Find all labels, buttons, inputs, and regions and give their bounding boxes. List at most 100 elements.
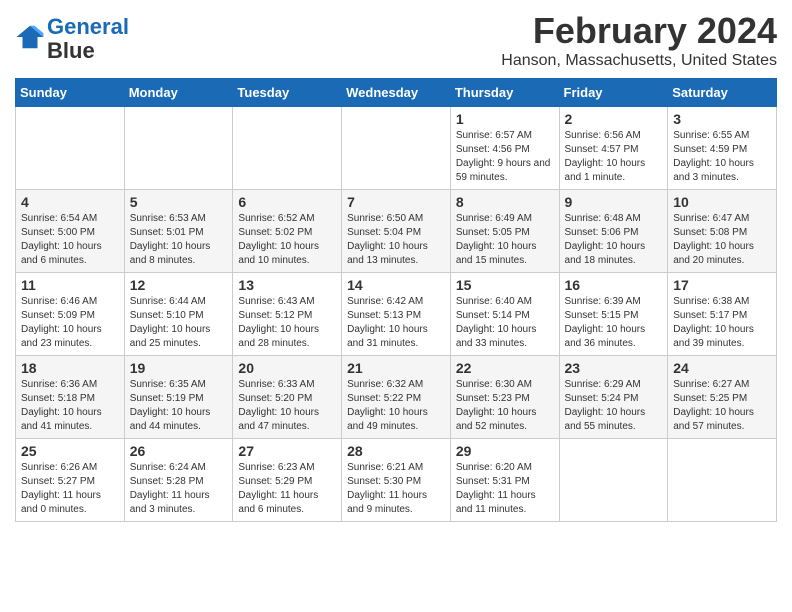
day-info: Sunrise: 6:20 AM Sunset: 5:31 PM Dayligh…: [456, 461, 554, 517]
calendar-cell: 2 Sunrise: 6:56 AM Sunset: 4:57 PM Daylig…: [559, 107, 668, 190]
col-header-friday: Friday: [559, 79, 668, 107]
calendar-week-0: 1 Sunrise: 6:57 AM Sunset: 4:56 PM Daylig…: [16, 107, 777, 190]
calendar-cell: 22 Sunrise: 6:30 AM Sunset: 5:23 PM Dayli…: [450, 356, 559, 439]
day-number: 16: [565, 277, 663, 293]
calendar-cell: [668, 439, 777, 522]
calendar-cell: 4Sunrise: 6:54 AM Sunset: 5:00 PM Daylig…: [16, 190, 125, 273]
calendar-cell: 29 Sunrise: 6:20 AM Sunset: 5:31 PM Dayli…: [450, 439, 559, 522]
day-info: Sunrise: 6:56 AM Sunset: 4:57 PM Dayligh…: [565, 129, 663, 185]
day-number: 1: [456, 111, 554, 127]
calendar-cell: [16, 107, 125, 190]
day-info: Sunrise: 6:36 AM Sunset: 5:18 PM Dayligh…: [21, 378, 119, 434]
day-number: 8: [456, 194, 554, 210]
calendar-cell: 21 Sunrise: 6:32 AM Sunset: 5:22 PM Dayli…: [342, 356, 451, 439]
day-info: Sunrise: 6:30 AM Sunset: 5:23 PM Dayligh…: [456, 378, 554, 434]
calendar-cell: 23 Sunrise: 6:29 AM Sunset: 5:24 PM Dayli…: [559, 356, 668, 439]
calendar-cell: 26Sunrise: 6:24 AM Sunset: 5:28 PM Dayli…: [124, 439, 233, 522]
calendar-week-4: 25 Sunrise: 6:26 AM Sunset: 5:27 PM Dayli…: [16, 439, 777, 522]
day-info: Sunrise: 6:21 AM Sunset: 5:30 PM Dayligh…: [347, 461, 445, 517]
day-number: 26: [130, 443, 228, 459]
calendar-week-2: 11 Sunrise: 6:46 AM Sunset: 5:09 PM Dayli…: [16, 273, 777, 356]
day-info: Sunrise: 6:53 AM Sunset: 5:01 PM Dayligh…: [130, 212, 228, 268]
calendar-cell: 18 Sunrise: 6:36 AM Sunset: 5:18 PM Dayli…: [16, 356, 125, 439]
col-header-monday: Monday: [124, 79, 233, 107]
day-number: 12: [130, 277, 228, 293]
header: General Blue February 2024 Hanson, Massa…: [15, 10, 777, 70]
day-info: Sunrise: 6:50 AM Sunset: 5:04 PM Dayligh…: [347, 212, 445, 268]
calendar-cell: 10 Sunrise: 6:47 AM Sunset: 5:08 PM Dayli…: [668, 190, 777, 273]
calendar-cell: 28 Sunrise: 6:21 AM Sunset: 5:30 PM Dayli…: [342, 439, 451, 522]
calendar-cell: 1 Sunrise: 6:57 AM Sunset: 4:56 PM Daylig…: [450, 107, 559, 190]
sub-title: Hanson, Massachusetts, United States: [501, 52, 777, 70]
day-number: 7: [347, 194, 445, 210]
day-number: 28: [347, 443, 445, 459]
day-info: Sunrise: 6:38 AM Sunset: 5:17 PM Dayligh…: [673, 295, 771, 351]
day-number: 15: [456, 277, 554, 293]
calendar-cell: 27Sunrise: 6:23 AM Sunset: 5:29 PM Dayli…: [233, 439, 342, 522]
calendar-cell: 20 Sunrise: 6:33 AM Sunset: 5:20 PM Dayli…: [233, 356, 342, 439]
day-info: Sunrise: 6:43 AM Sunset: 5:12 PM Dayligh…: [238, 295, 336, 351]
day-info: Sunrise: 6:44 AM Sunset: 5:10 PM Dayligh…: [130, 295, 228, 351]
day-number: 21: [347, 360, 445, 376]
day-number: 3: [673, 111, 771, 127]
day-number: 20: [238, 360, 336, 376]
calendar-cell: [342, 107, 451, 190]
day-number: 24: [673, 360, 771, 376]
calendar-cell: 13Sunrise: 6:43 AM Sunset: 5:12 PM Dayli…: [233, 273, 342, 356]
main-title: February 2024: [501, 10, 777, 52]
day-number: 11: [21, 277, 119, 293]
day-number: 14: [347, 277, 445, 293]
col-header-wednesday: Wednesday: [342, 79, 451, 107]
day-info: Sunrise: 6:54 AM Sunset: 5:00 PM Dayligh…: [21, 212, 119, 268]
day-number: 18: [21, 360, 119, 376]
day-info: Sunrise: 6:42 AM Sunset: 5:13 PM Dayligh…: [347, 295, 445, 351]
calendar-week-1: 4Sunrise: 6:54 AM Sunset: 5:00 PM Daylig…: [16, 190, 777, 273]
calendar-cell: 19Sunrise: 6:35 AM Sunset: 5:19 PM Dayli…: [124, 356, 233, 439]
day-info: Sunrise: 6:27 AM Sunset: 5:25 PM Dayligh…: [673, 378, 771, 434]
day-info: Sunrise: 6:32 AM Sunset: 5:22 PM Dayligh…: [347, 378, 445, 434]
day-info: Sunrise: 6:52 AM Sunset: 5:02 PM Dayligh…: [238, 212, 336, 268]
col-header-tuesday: Tuesday: [233, 79, 342, 107]
calendar-cell: 12 Sunrise: 6:44 AM Sunset: 5:10 PM Dayli…: [124, 273, 233, 356]
col-header-thursday: Thursday: [450, 79, 559, 107]
calendar-cell: 17Sunrise: 6:38 AM Sunset: 5:17 PM Dayli…: [668, 273, 777, 356]
calendar-cell: 8 Sunrise: 6:49 AM Sunset: 5:05 PM Daylig…: [450, 190, 559, 273]
day-info: Sunrise: 6:49 AM Sunset: 5:05 PM Dayligh…: [456, 212, 554, 268]
day-info: Sunrise: 6:48 AM Sunset: 5:06 PM Dayligh…: [565, 212, 663, 268]
day-info: Sunrise: 6:55 AM Sunset: 4:59 PM Dayligh…: [673, 129, 771, 185]
title-block: February 2024 Hanson, Massachusetts, Uni…: [501, 10, 777, 70]
day-info: Sunrise: 6:40 AM Sunset: 5:14 PM Dayligh…: [456, 295, 554, 351]
day-number: 6: [238, 194, 336, 210]
day-number: 25: [21, 443, 119, 459]
day-number: 2: [565, 111, 663, 127]
day-number: 29: [456, 443, 554, 459]
day-info: Sunrise: 6:47 AM Sunset: 5:08 PM Dayligh…: [673, 212, 771, 268]
day-info: Sunrise: 6:57 AM Sunset: 4:56 PM Dayligh…: [456, 129, 554, 185]
day-info: Sunrise: 6:39 AM Sunset: 5:15 PM Dayligh…: [565, 295, 663, 351]
day-number: 10: [673, 194, 771, 210]
day-info: Sunrise: 6:29 AM Sunset: 5:24 PM Dayligh…: [565, 378, 663, 434]
day-number: 27: [238, 443, 336, 459]
calendar-cell: [233, 107, 342, 190]
calendar-week-3: 18 Sunrise: 6:36 AM Sunset: 5:18 PM Dayli…: [16, 356, 777, 439]
calendar-cell: [559, 439, 668, 522]
day-info: Sunrise: 6:35 AM Sunset: 5:19 PM Dayligh…: [130, 378, 228, 434]
calendar-cell: 3 Sunrise: 6:55 AM Sunset: 4:59 PM Daylig…: [668, 107, 777, 190]
calendar-cell: 25 Sunrise: 6:26 AM Sunset: 5:27 PM Dayli…: [16, 439, 125, 522]
calendar-cell: [124, 107, 233, 190]
day-info: Sunrise: 6:46 AM Sunset: 5:09 PM Dayligh…: [21, 295, 119, 351]
calendar-cell: 9 Sunrise: 6:48 AM Sunset: 5:06 PM Daylig…: [559, 190, 668, 273]
logo: General Blue: [15, 15, 129, 63]
calendar-cell: 14 Sunrise: 6:42 AM Sunset: 5:13 PM Dayli…: [342, 273, 451, 356]
calendar-cell: 24 Sunrise: 6:27 AM Sunset: 5:25 PM Dayli…: [668, 356, 777, 439]
calendar: SundayMondayTuesdayWednesdayThursdayFrid…: [15, 78, 777, 522]
day-number: 22: [456, 360, 554, 376]
calendar-cell: 5Sunrise: 6:53 AM Sunset: 5:01 PM Daylig…: [124, 190, 233, 273]
calendar-cell: 6 Sunrise: 6:52 AM Sunset: 5:02 PM Daylig…: [233, 190, 342, 273]
day-info: Sunrise: 6:33 AM Sunset: 5:20 PM Dayligh…: [238, 378, 336, 434]
day-number: 9: [565, 194, 663, 210]
calendar-header-row: SundayMondayTuesdayWednesdayThursdayFrid…: [16, 79, 777, 107]
day-info: Sunrise: 6:26 AM Sunset: 5:27 PM Dayligh…: [21, 461, 119, 517]
day-number: 23: [565, 360, 663, 376]
logo-text: General Blue: [47, 15, 129, 63]
